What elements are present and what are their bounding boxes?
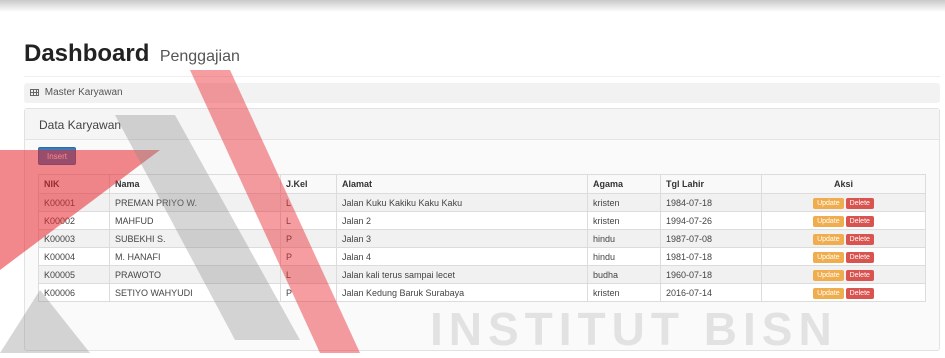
cell-alamat: Jalan 3: [336, 229, 588, 248]
panel-heading: Data Karyawan: [25, 109, 939, 140]
cell-aksi: Update Delete: [761, 211, 926, 230]
employee-table: NIK Nama J.Kel Alamat Agama Tgl Lahir Ak…: [38, 174, 926, 302]
cell-nama: M. HANAFI: [109, 247, 281, 266]
cell-alamat: Jalan Kedung Baruk Surabaya: [336, 283, 588, 302]
page-subtitle: Penggajian: [159, 48, 240, 65]
insert-button[interactable]: Insert: [38, 147, 76, 165]
page-header: Dashboard Penggajian: [24, 40, 940, 77]
cell-jkel: L: [280, 265, 337, 284]
cell-tgl-lahir: 1981-07-18: [660, 247, 762, 266]
update-button[interactable]: Update: [813, 233, 844, 245]
cell-nama: SUBEKHI S.: [109, 229, 281, 248]
cell-nik: K00001: [38, 193, 110, 212]
cell-nik: K00006: [38, 283, 110, 302]
update-button[interactable]: Update: [813, 215, 844, 227]
update-button[interactable]: Update: [813, 287, 844, 299]
cell-agama: kristen: [587, 283, 661, 302]
cell-aksi: Update Delete: [761, 247, 926, 266]
cell-tgl-lahir: 1994-07-26: [660, 211, 762, 230]
column-header-agama: Agama: [587, 174, 661, 194]
delete-button[interactable]: Delete: [845, 251, 874, 263]
delete-button[interactable]: Delete: [845, 215, 874, 227]
breadcrumb-label[interactable]: Master Karyawan: [45, 87, 123, 98]
column-header-jkel: J.Kel: [280, 174, 337, 194]
cell-nik: K00005: [38, 265, 110, 284]
table-row: K00004 M. HANAFI P Jalan 4 hindu 1981-07-18 Up…: [38, 247, 926, 266]
table-row: K00003 SUBEKHI S. P Jalan 3 hindu 1987-07-08 U…: [38, 229, 926, 248]
column-header-tgl-lahir: Tgl Lahir: [660, 174, 762, 194]
cell-agama: hindu: [587, 229, 661, 248]
cell-jkel: L: [280, 193, 337, 212]
column-header-nik: NIK: [38, 174, 110, 194]
cell-jkel: P: [280, 229, 337, 248]
delete-button[interactable]: Delete: [845, 287, 874, 299]
cell-nama: SETIYO WAHYUDI: [109, 283, 281, 302]
cell-tgl-lahir: 2016-07-14: [660, 283, 762, 302]
delete-button[interactable]: Delete: [845, 197, 874, 209]
cell-nama: PREMAN PRIYO W.: [109, 193, 281, 212]
cell-agama: kristen: [587, 211, 661, 230]
cell-tgl-lahir: 1987-07-08: [660, 229, 762, 248]
column-header-aksi: Aksi: [761, 174, 926, 194]
window-top-shadow: [0, 0, 945, 12]
delete-button[interactable]: Delete: [845, 233, 874, 245]
data-karyawan-panel: Data Karyawan Insert NIK Nama J.Kel Alam…: [24, 108, 940, 351]
update-button[interactable]: Update: [813, 251, 844, 263]
cell-jkel: P: [280, 283, 337, 302]
cell-aksi: Update Delete: [761, 283, 926, 302]
column-header-alamat: Alamat: [336, 174, 588, 194]
cell-nik: K00004: [38, 247, 110, 266]
cell-nama: PRAWOTO: [109, 265, 281, 284]
cell-aksi: Update Delete: [761, 193, 926, 212]
cell-tgl-lahir: 1984-07-18: [660, 193, 762, 212]
breadcrumb: Master Karyawan: [24, 83, 940, 103]
cell-agama: budha: [587, 265, 661, 284]
cell-alamat: Jalan 4: [336, 247, 588, 266]
table-row: K00006 SETIYO WAHYUDI P Jalan Kedung Baruk …: [38, 283, 926, 302]
cell-agama: hindu: [587, 247, 661, 266]
cell-alamat: Jalan kali terus sampai lecet: [336, 265, 588, 284]
cell-agama: kristen: [587, 193, 661, 212]
cell-aksi: Update Delete: [761, 265, 926, 284]
column-header-nama: Nama: [109, 174, 281, 194]
update-button[interactable]: Update: [813, 197, 844, 209]
cell-alamat: Jalan Kuku Kakiku Kaku Kaku: [336, 193, 588, 212]
table-row: K00001 PREMAN PRIYO W. L Jalan Kuku Kakiku …: [38, 193, 926, 212]
update-button[interactable]: Update: [813, 269, 844, 281]
delete-button[interactable]: Delete: [845, 269, 874, 281]
cell-tgl-lahir: 1960-07-18: [660, 265, 762, 284]
cell-jkel: L: [280, 211, 337, 230]
cell-nama: MAHFUD: [109, 211, 281, 230]
page-title: Dashboard: [24, 40, 150, 67]
table-header-row: NIK Nama J.Kel Alamat Agama Tgl Lahir Ak…: [38, 174, 926, 194]
cell-nik: K00002: [38, 211, 110, 230]
cell-nik: K00003: [38, 229, 110, 248]
table-row: K00005 PRAWOTO L Jalan kali terus sampai le…: [38, 265, 926, 284]
table-icon: [30, 89, 39, 96]
cell-alamat: Jalan 2: [336, 211, 588, 230]
table-row: K00002 MAHFUD L Jalan 2 kristen 1994-07-26 Upd…: [38, 211, 926, 230]
cell-aksi: Update Delete: [761, 229, 926, 248]
cell-jkel: P: [280, 247, 337, 266]
